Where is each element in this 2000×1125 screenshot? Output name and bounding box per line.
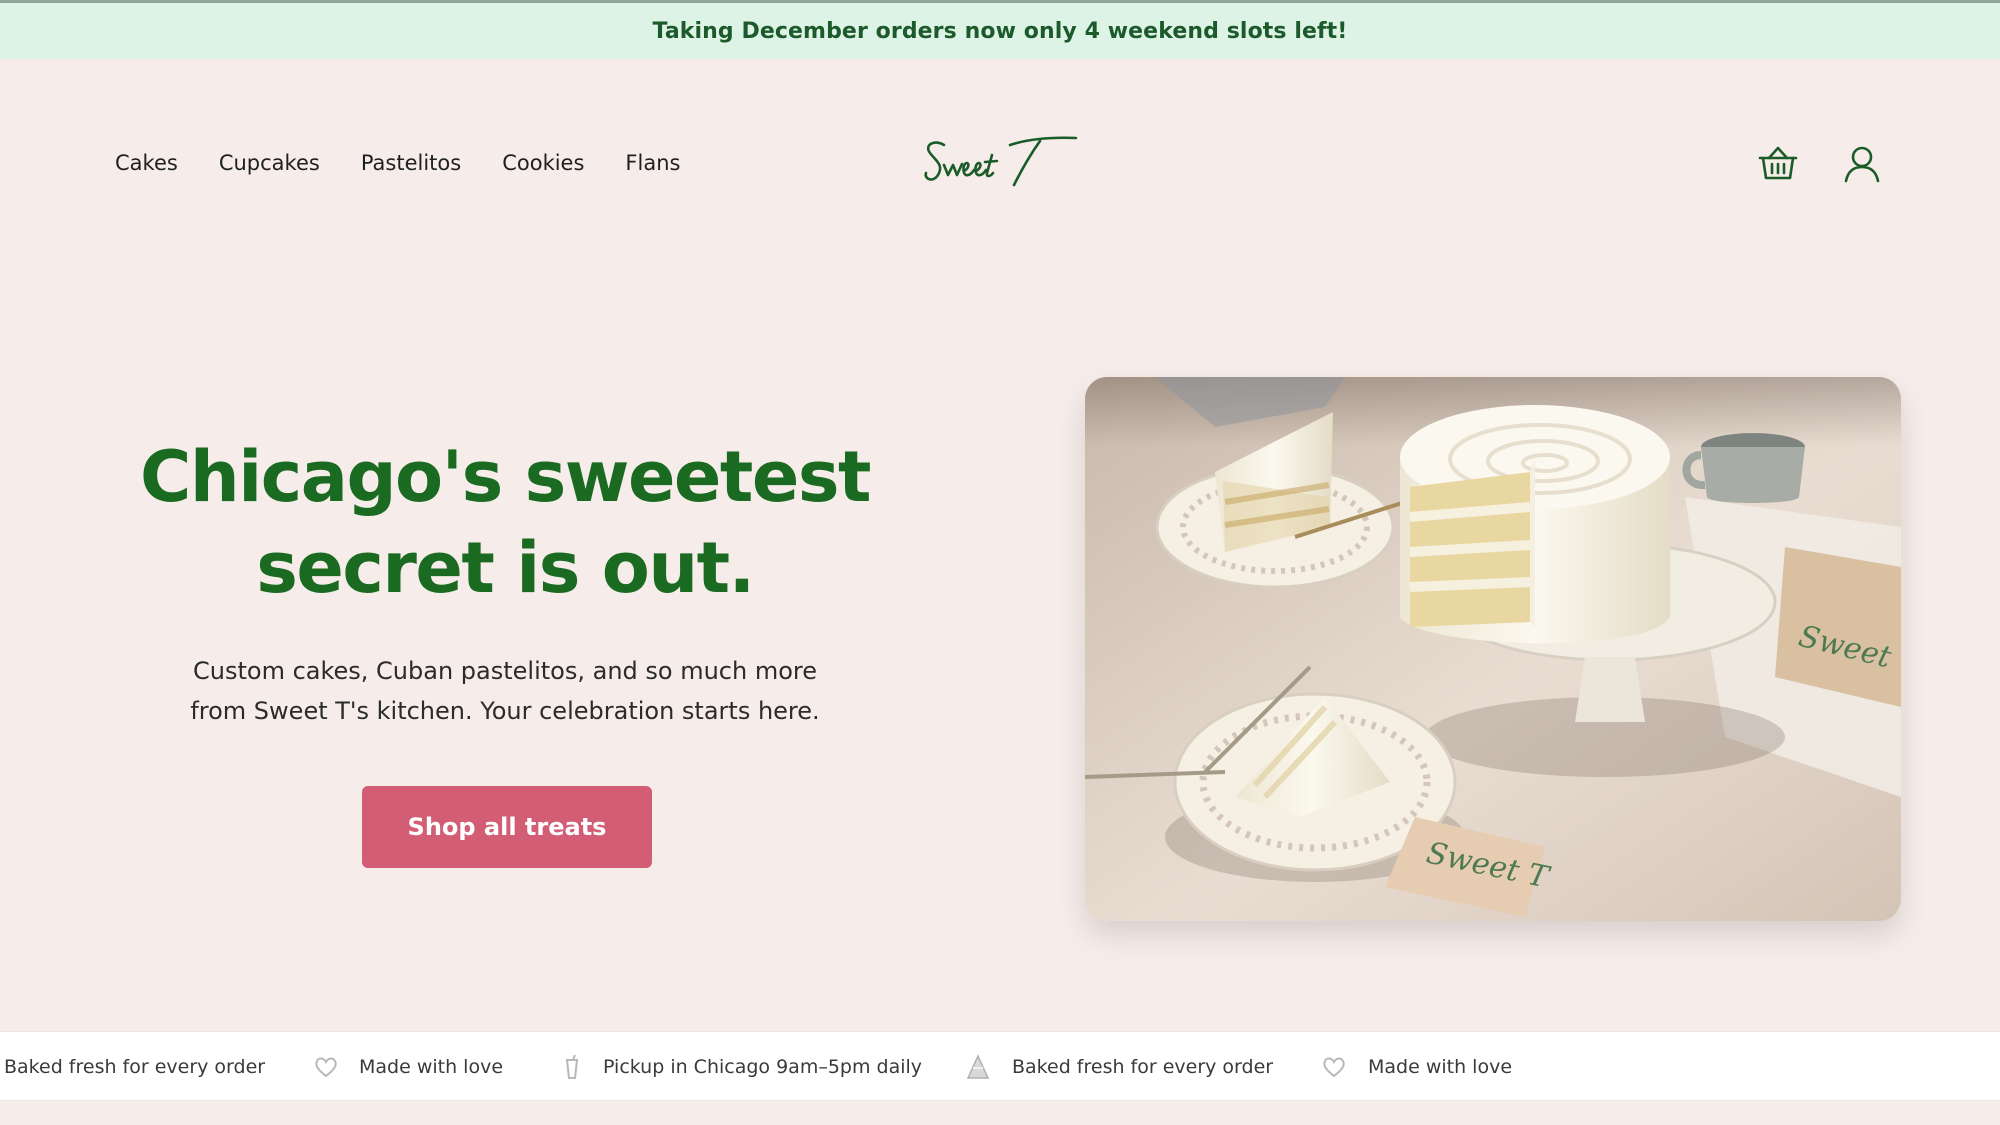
nav-item-pastelitos[interactable]: Pastelitos	[361, 151, 461, 175]
feature-marquee: Baked fresh for every order Made with lo…	[0, 1031, 2000, 1101]
announcement-text: Taking December orders now only 4 weeken…	[652, 18, 1348, 44]
hero-subtitle: Custom cakes, Cuban pastelitos, and so m…	[150, 651, 860, 731]
cake-slice-icon	[965, 1054, 991, 1080]
marquee-item: Baked fresh for every order	[1012, 1032, 1274, 1100]
user-icon[interactable]	[1840, 142, 1884, 186]
nav-item-cupcakes[interactable]: Cupcakes	[219, 151, 320, 175]
hero-subtitle-line2: from Sweet T's kitchen. Your celebration…	[190, 697, 820, 725]
announcement-bar: Taking December orders now only 4 weeken…	[0, 0, 2000, 59]
marquee-item: Made with love	[1368, 1032, 1513, 1100]
marquee-item: Made with love	[359, 1032, 504, 1100]
nav-item-flans[interactable]: Flans	[625, 151, 680, 175]
main-nav: Cakes Cupcakes Pastelitos Cookies Flans	[115, 151, 680, 175]
marquee-item-text: Baked fresh for every order	[4, 1056, 266, 1078]
heart-icon	[313, 1054, 339, 1080]
basket-icon[interactable]	[1756, 142, 1800, 186]
marquee-item-text: Baked fresh for every order	[1012, 1056, 1274, 1078]
hero-title-line2: secret is out.	[256, 527, 755, 609]
marquee-item: Baked fresh for every order	[4, 1032, 266, 1100]
heart-icon	[1321, 1054, 1347, 1080]
hero-subtitle-line1: Custom cakes, Cuban pastelitos, and so m…	[193, 657, 817, 685]
hero-title-line1: Chicago's sweetest	[140, 436, 871, 518]
hero-cake-image: Sweet Sweet T	[1085, 377, 1901, 921]
marquee-item-text: Pickup in Chicago 9am–5pm daily	[603, 1056, 923, 1078]
marquee-item-text: Made with love	[359, 1056, 504, 1078]
cup-icon	[558, 1054, 584, 1080]
nav-item-cakes[interactable]: Cakes	[115, 151, 178, 175]
brand-logo[interactable]	[922, 131, 1078, 191]
marquee-item-text: Made with love	[1368, 1056, 1513, 1078]
site-header: Cakes Cupcakes Pastelitos Cookies Flans	[0, 59, 2000, 269]
marquee-item: Pickup in Chicago 9am–5pm daily	[603, 1032, 923, 1100]
shop-all-treats-button[interactable]: Shop all treats	[362, 786, 652, 868]
nav-item-cookies[interactable]: Cookies	[502, 151, 584, 175]
hero-title: Chicago's sweetest secret is out.	[110, 432, 900, 614]
